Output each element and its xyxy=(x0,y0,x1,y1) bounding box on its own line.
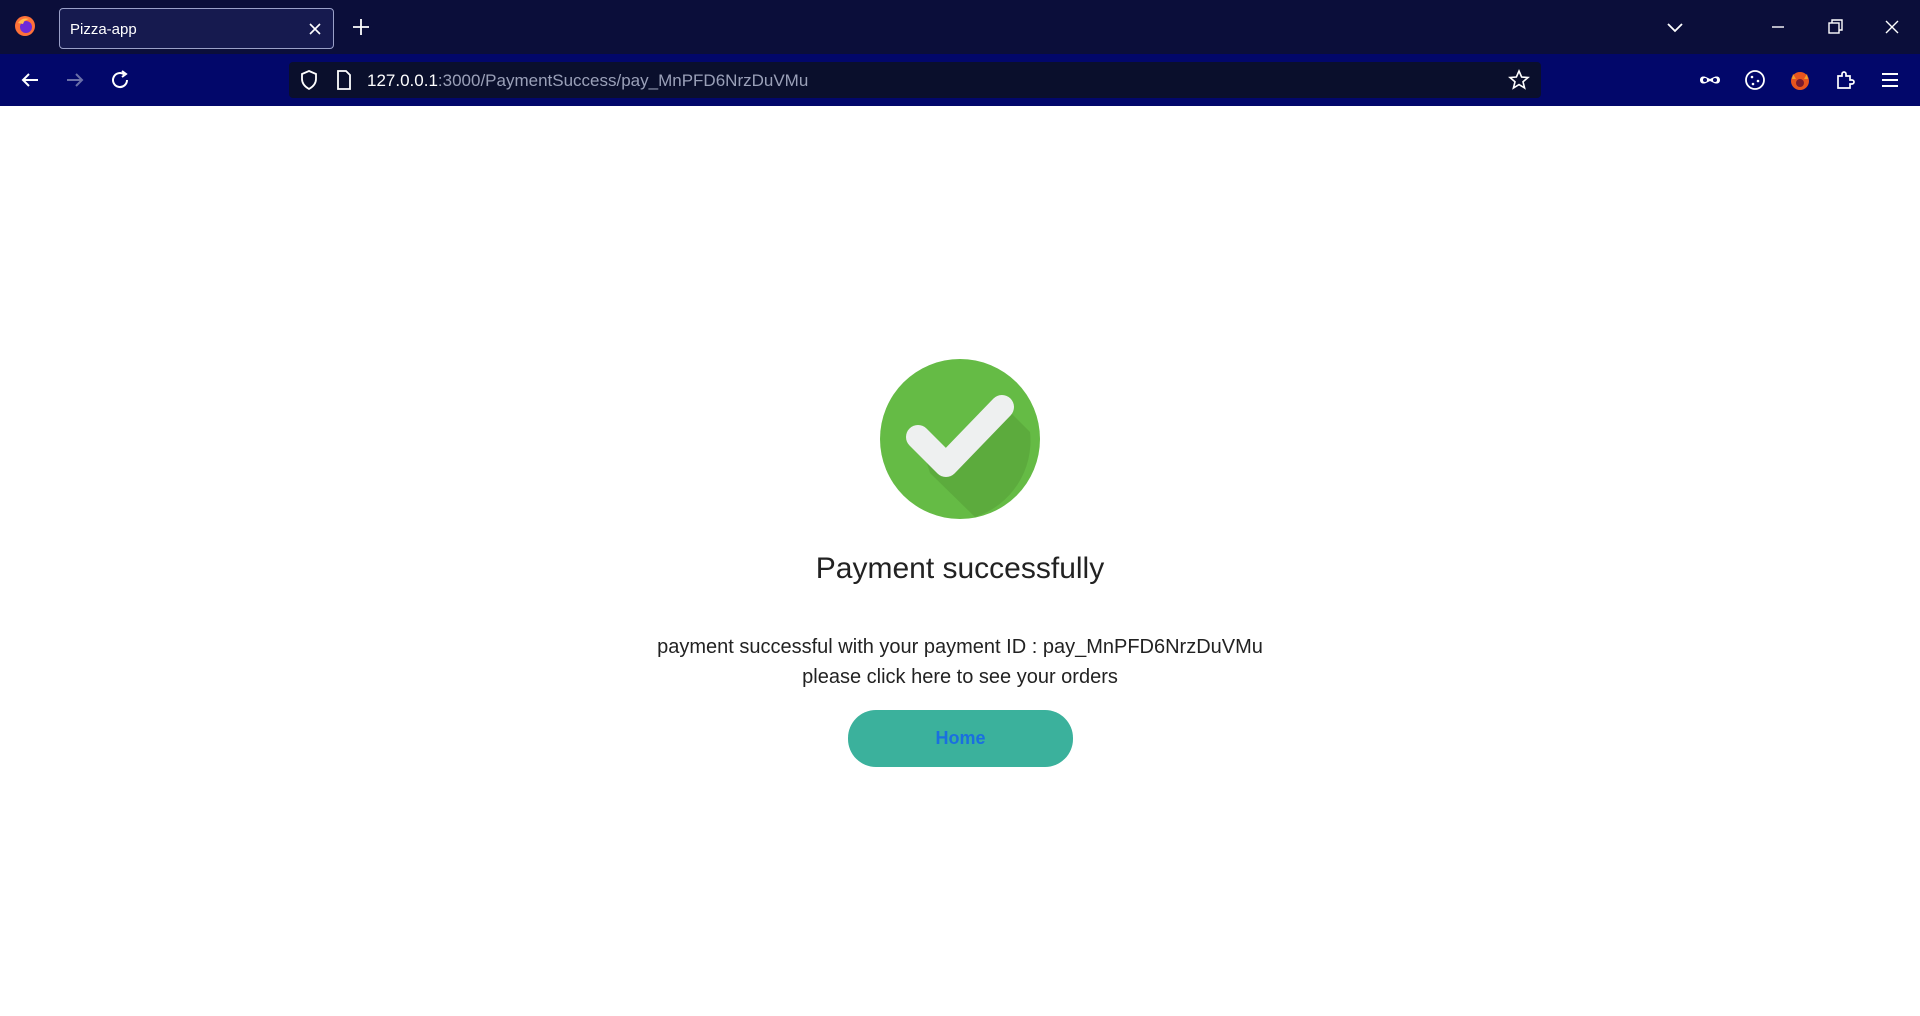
check-circle-icon xyxy=(880,359,1040,519)
minimize-icon[interactable] xyxy=(1767,16,1789,38)
page-content: Payment successfully payment successful … xyxy=(0,106,1920,1016)
chevron-down-icon[interactable] xyxy=(1664,16,1686,38)
forward-arrow-icon[interactable] xyxy=(63,68,87,92)
close-icon[interactable] xyxy=(305,19,325,39)
payment-id-line: payment successful with your payment ID … xyxy=(657,636,1263,658)
home-button[interactable]: Home xyxy=(848,710,1073,767)
page-title: Payment successfully xyxy=(815,552,1105,585)
mask-icon[interactable] xyxy=(1698,68,1722,92)
payment-message: payment successful with your payment ID … xyxy=(0,632,1920,692)
puzzle-icon[interactable] xyxy=(1833,68,1857,92)
plus-icon[interactable] xyxy=(350,16,372,38)
browser-tab-bar: Pizza-app xyxy=(0,0,1920,54)
firefox-logo-icon[interactable] xyxy=(14,15,36,37)
page-icon[interactable] xyxy=(332,68,356,92)
url-bar[interactable]: 127.0.0.1:3000/PaymentSuccess/pay_MnPFD6… xyxy=(289,62,1541,98)
restore-icon[interactable] xyxy=(1824,16,1846,38)
tab-title: Pizza-app xyxy=(70,21,137,38)
star-icon[interactable] xyxy=(1507,68,1531,92)
window-close-icon[interactable] xyxy=(1881,16,1903,38)
hamburger-menu-icon[interactable] xyxy=(1878,68,1902,92)
orders-hint-line[interactable]: please click here to see your orders xyxy=(0,662,1920,692)
fox-extension-icon[interactable] xyxy=(1788,68,1812,92)
reload-icon[interactable] xyxy=(108,68,132,92)
url-path: :3000/PaymentSuccess/pay_MnPFD6NrzDuVMu xyxy=(437,71,809,90)
url-text[interactable]: 127.0.0.1:3000/PaymentSuccess/pay_MnPFD6… xyxy=(367,71,808,91)
back-arrow-icon[interactable] xyxy=(18,68,42,92)
cookie-icon[interactable] xyxy=(1743,68,1767,92)
tab-pizza-app[interactable]: Pizza-app xyxy=(59,8,334,49)
browser-nav-bar: 127.0.0.1:3000/PaymentSuccess/pay_MnPFD6… xyxy=(0,54,1920,106)
shield-icon[interactable] xyxy=(297,68,321,92)
url-host: 127.0.0.1 xyxy=(367,71,438,90)
